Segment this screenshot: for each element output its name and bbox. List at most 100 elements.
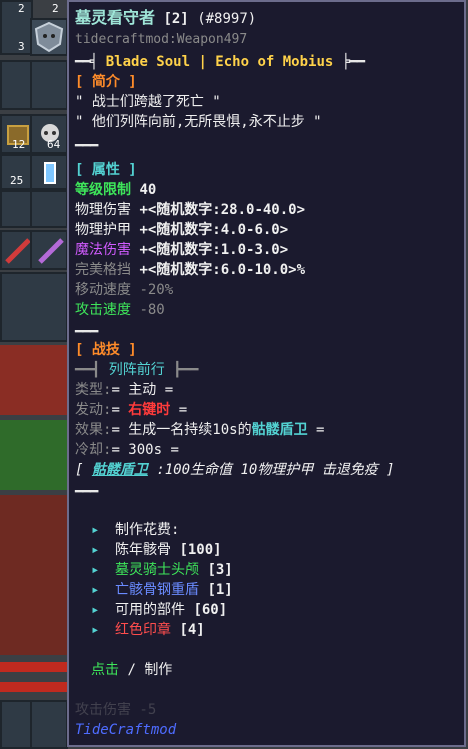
red-blade-icon (5, 238, 31, 264)
inventory-slot[interactable] (30, 154, 68, 190)
stat-row: 攻击速度 -80 (75, 300, 165, 320)
stat-value: +<随机数字:6.0-10.0>% (139, 262, 306, 278)
skill-value: 右键时 (128, 402, 171, 418)
skill-row: 冷却:= 300s = (75, 440, 179, 460)
stat-row: 完美格挡 +<随机数字:6.0-10.0>% (75, 260, 305, 280)
stat-value: -80 (139, 302, 165, 318)
skill-header: [ 战技 ] (75, 342, 137, 358)
health-bar (0, 682, 70, 692)
inventory-slot[interactable] (30, 60, 68, 110)
hidden-stat: 攻击伤害 -5 (75, 702, 157, 718)
material-qty: [100] (179, 542, 222, 558)
material-row: ▸ 红色印章 [4] (91, 620, 205, 640)
craft-cost-row: ▸ 制作花费: (91, 520, 179, 540)
stat-row: 物理伤害 +<随机数字:28.0-40.0> (75, 200, 305, 220)
bullet-icon: ▸ (91, 522, 100, 538)
skill-value: = (111, 402, 129, 418)
stat-label: 物理护甲 (75, 222, 131, 238)
skull-shield-icon (34, 21, 64, 53)
stat-row: 物理护甲 +<随机数字:4.0-6.0> (75, 220, 288, 240)
stat-value: 40 (139, 182, 157, 198)
skill-value: = (170, 402, 188, 418)
background-panel (0, 345, 70, 415)
divider: ━━━ (75, 138, 98, 154)
stat-label: 魔法伤害 (75, 242, 131, 258)
slot-count: 3 (18, 40, 25, 53)
item-level: [2] (163, 11, 189, 27)
bullet-icon: ▸ (91, 562, 100, 578)
material-name: 亡骸骨钢重盾 (115, 582, 199, 598)
skill-value: = (307, 422, 325, 438)
minion-row: [ 骷髅盾卫 :100生命值 10物理护甲 击退免疫 ] (75, 460, 395, 480)
stat-row: 等级限制 40 (75, 180, 156, 200)
inventory-slot[interactable] (0, 272, 68, 342)
bullet-icon: ▸ (91, 602, 100, 618)
item-source: tidecraftmod:Weapon497 (75, 32, 248, 47)
inventory-slot[interactable] (30, 230, 68, 270)
inventory-slot[interactable] (30, 18, 68, 56)
material-row: ▸ 陈年骸骨 [100] (91, 540, 222, 560)
inventory-slot[interactable] (0, 700, 33, 749)
material-qty: [4] (179, 622, 205, 638)
slot-count: 64 (47, 138, 61, 151)
item-title: 墓灵看守者 (75, 8, 156, 27)
craft-action-row[interactable]: 点击 / 制作 (91, 660, 172, 680)
inventory-slot[interactable] (30, 190, 68, 228)
stat-row: 移动速度 -20% (75, 280, 173, 300)
divider: ━━┫ (75, 362, 101, 378)
potion-icon (44, 162, 56, 184)
skill-row: 发动:= 右键时 = (75, 400, 187, 420)
divider: ━━╡ (75, 54, 98, 70)
skill-label: 冷却: (75, 442, 112, 458)
skill-label: 类型: (75, 382, 112, 398)
bullet-icon: ▸ (91, 622, 100, 638)
craft-click-label[interactable]: 点击 (91, 662, 119, 678)
craft-button[interactable]: 制作 (144, 662, 172, 678)
attr-header: [ 属性 ] (75, 162, 137, 178)
intro-header: [ 简介 ] (75, 74, 137, 90)
stat-value: +<随机数字:4.0-6.0> (139, 222, 289, 238)
skill-row: 类型:= 主动 = (75, 380, 173, 400)
stat-value: +<随机数字:28.0-40.0> (139, 202, 306, 218)
stat-label: 物理伤害 (75, 202, 131, 218)
divider: ┣━━ (173, 362, 199, 378)
skill-label: 效果: (75, 422, 112, 438)
stat-row: 魔法伤害 +<随机数字:1.0-3.0> (75, 240, 288, 260)
inventory-slot[interactable] (0, 60, 33, 110)
skill-name-row: ━━┫ 列阵前行 ┣━━ (75, 360, 198, 380)
skill-value: = 生成一名持续10s的 (111, 422, 252, 438)
intro-line: " 战士们跨越了死亡 " (75, 94, 221, 110)
inventory-slot[interactable] (30, 700, 68, 749)
divider: ╞━━ (341, 54, 365, 70)
item-title-row: 墓灵看守者 [2] (#8997) (75, 8, 256, 29)
skill-row: 效果:= 生成一名持续10s的骷髅盾卫 = (75, 420, 324, 440)
minion-name-link[interactable]: 骷髅盾卫 (92, 462, 148, 478)
craft-cost-label: 制作花费: (115, 522, 180, 538)
stat-value: +<随机数字:1.0-3.0> (139, 242, 289, 258)
bullet-icon: ▸ (91, 582, 100, 598)
skill-name: 列阵前行 (108, 362, 165, 378)
material-name: 可用的部件 (115, 602, 185, 618)
slot-count: 2 (52, 2, 59, 15)
intro-line: " 他们列阵向前,无所畏惧,永不止步 " (75, 114, 322, 130)
material-row: ▸ 亡骸骨钢重盾 [1] (91, 580, 233, 600)
slot-count: 12 (12, 138, 26, 151)
inventory-slot[interactable] (0, 0, 33, 55)
purple-blade-icon (38, 238, 64, 264)
bullet-icon: ▸ (91, 542, 100, 558)
minion-desc: :100生命值 10物理护甲 击退免疫 ] (156, 462, 395, 478)
skill-value: = 300s = (111, 442, 179, 458)
craft-separator: / (127, 662, 136, 678)
material-qty: [1] (207, 582, 233, 598)
background-panel (0, 420, 70, 490)
divider: ━━━ (75, 484, 98, 500)
stat-value: -20% (139, 282, 174, 298)
skill-value: 骷髅盾卫 (251, 422, 308, 438)
material-row: ▸ 可用的部件 [60] (91, 600, 227, 620)
inventory-slot[interactable] (0, 230, 33, 270)
material-name: 墓灵骑士头颅 (115, 562, 199, 578)
material-name: 红色印章 (115, 622, 171, 638)
item-id: (#8997) (197, 11, 257, 27)
slot-count: 2 (18, 2, 25, 15)
inventory-slot[interactable] (0, 190, 33, 228)
